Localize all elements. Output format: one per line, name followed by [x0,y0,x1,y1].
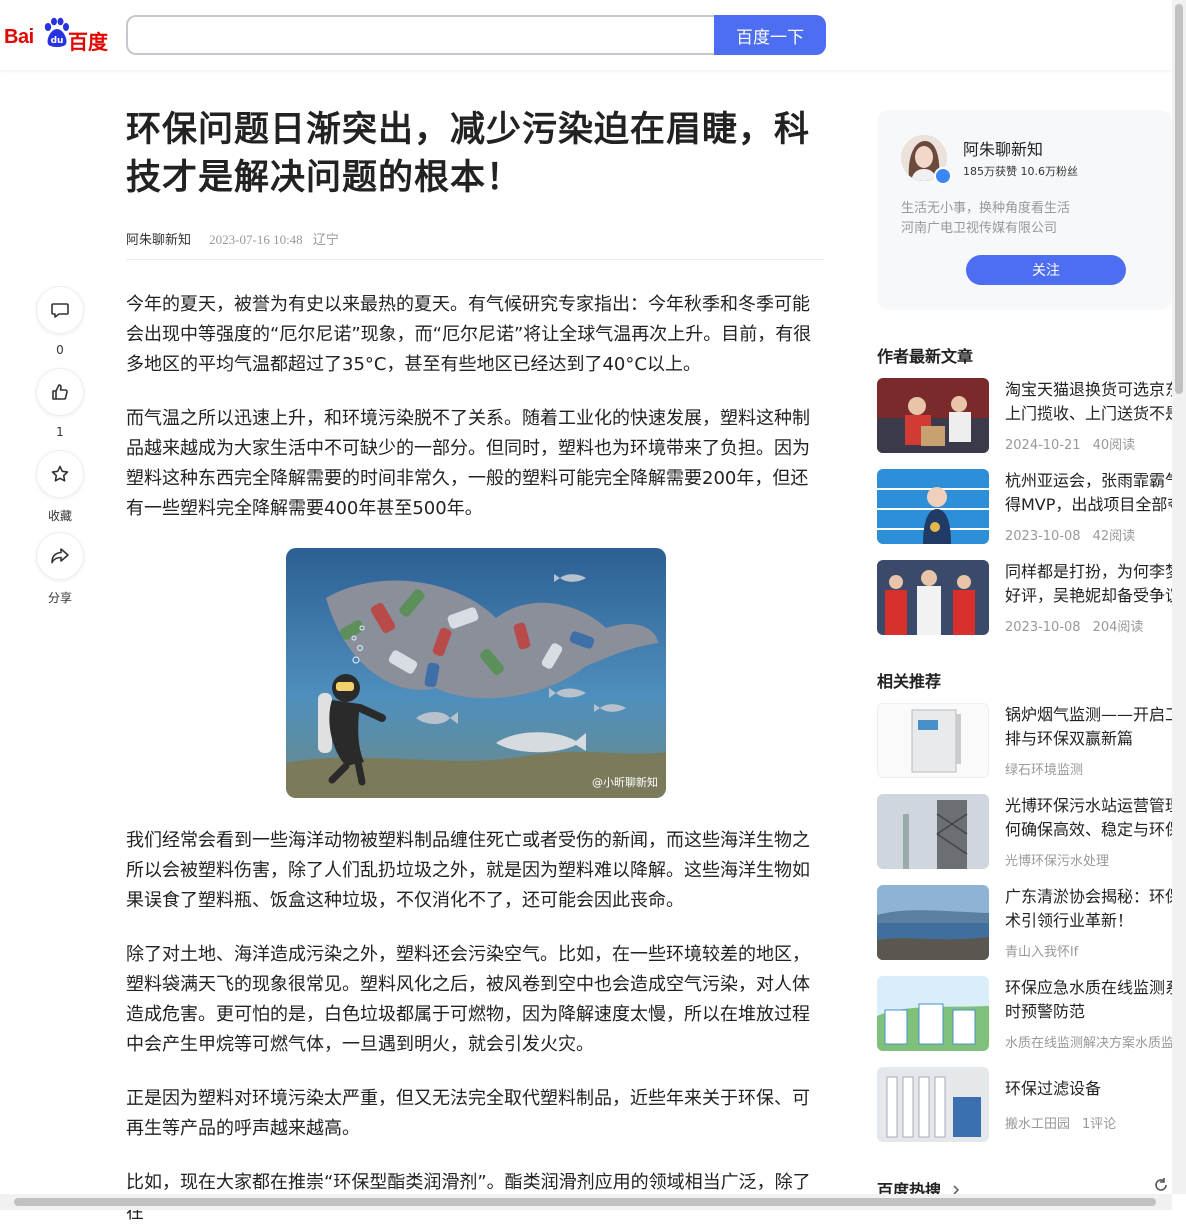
author-desc: 生活无小事，换种角度看生活 河南广电卫视传媒有限公司 [901,199,1070,239]
author-card: 阿朱聊新知 185万获赞 10.6万粉丝 生活无小事，换种角度看生活 河南广电卫… [877,110,1172,310]
related-title-line-1: 光博环保污水站运营管理 [1005,796,1175,815]
paragraph-4: 除了对土地、海洋造成污染之外，塑料还会污染空气。比如，在一些环境较差的地区，塑料… [126,944,810,1055]
verified-icon [934,167,952,185]
comment-icon [51,303,69,318]
comment-count: 0 [56,343,64,357]
latest-reads: 42阅读 [1092,529,1136,544]
latest-date: 2023-10-08 [1005,620,1081,635]
baidu-logo[interactable]: Bai du 百度 [4,17,108,54]
share-label: 分享 [47,591,72,605]
search-button[interactable]: 百度一下 [714,15,826,55]
svg-text:du: du [51,36,64,46]
top-header: Bai du 百度 百度一下 [0,0,1172,70]
related-item[interactable]: 环保过滤设备 搬水工田园 1评论 [877,1067,1186,1143]
related-thumb [877,1067,989,1142]
refresh-icon[interactable] [1152,1176,1170,1194]
follow-button[interactable]: 关注 [966,255,1126,285]
related-item[interactable]: 光博环保污水站运营管理 何确保高效、稳定与环保 光博环保污水处理 [877,794,1186,870]
paw-icon: du [44,17,69,47]
collect-button[interactable] [36,450,84,498]
latest-title-line-2: 得MVP，出战项目全部夺 [1005,495,1175,514]
latest-title-line-1: 杭州亚运会，张雨霏霸气 [1005,471,1175,490]
star-icon [51,465,69,482]
latest-item[interactable]: 同样都是打扮，为何李梦 好评，吴艳妮却备受争议 2023-10-08 204阅读 [877,560,1186,636]
image-watermark: @小昕聊新知 [592,776,658,789]
article-author[interactable]: 阿朱聊新知 [126,233,191,248]
article-title: 环保问题日渐突出，减少污染迫在眉睫，科技才是解决问题的根本！ [126,109,811,198]
article-meta: 阿朱聊新知 2023-07-16 10:48 辽宁 [126,229,339,248]
thumbs-up-icon [52,384,68,400]
related-title-line-1: 锅炉烟气监测——开启工 [1005,705,1175,724]
related-title-line-2: 术引领行业革新！ [1005,911,1134,930]
search-input[interactable] [128,17,714,53]
latest-date: 2023-10-08 [1005,529,1081,544]
latest-date: 2024-10-21 [1005,438,1081,453]
collect-label: 收藏 [47,509,72,523]
latest-title-line-1: 淘宝天猫退换货可选京东 [1005,380,1175,399]
latest-reads: 204阅读 [1092,620,1144,635]
paragraph-5: 正是因为塑料对环境污染太严重，但又无法完全取代塑料制品，近些年来关于环保、可再生… [126,1088,810,1139]
author-desc-line-2: 河南广电卫视传媒有限公司 [901,221,1058,236]
logo-text-latin: Bai [4,26,34,48]
vertical-scrollbar-thumb[interactable] [1175,4,1183,394]
related-title-line-2: 时预警防范 [1005,1002,1086,1021]
share-button[interactable] [36,532,84,580]
comment-action[interactable]: 0 [36,286,84,357]
like-action[interactable]: 1 [36,368,84,439]
related-source: 绿石环境监测 [1005,763,1084,778]
latest-title-line-1: 同样都是打扮，为何李梦 [1005,562,1175,581]
author-name[interactable]: 阿朱聊新知 [963,136,1043,160]
paragraph-2: 而气温之所以迅速上升，和环境污染脱不了关系。随着工业化的快速发展，塑料这种制品越… [126,408,810,519]
search-box[interactable] [126,15,714,55]
article-location: 辽宁 [312,233,339,248]
latest-item[interactable]: 淘宝天猫退换货可选京东 上门揽收、上门送货不是 2024-10-21 40阅读 [877,378,1186,454]
author-stats: 185万获赞 10.6万粉丝 [963,165,1078,178]
article-time: 2023-07-16 10:48 [209,232,303,247]
latest-thumb [877,469,989,544]
related-title-line-2: 何确保高效、稳定与环保 [1005,820,1175,839]
related-title-line-1: 环保过滤设备 [1005,1079,1102,1098]
related-title-line-1: 广东清淤协会揭秘：环保 [1005,887,1175,906]
related-source: 光博环保污水处理 [1005,854,1110,869]
related-comments: 1评论 [1082,1117,1117,1132]
latest-item[interactable]: 杭州亚运会，张雨霏霸气 得MVP，出战项目全部夺 2023-10-08 42阅读 [877,469,1186,545]
latest-title-line-2: 上门揽收、上门送货不是 [1005,404,1175,423]
collect-action[interactable]: 收藏 [36,450,84,524]
title-divider [126,259,824,260]
comment-button[interactable] [36,286,84,334]
ocean-plastic-illustration [286,548,666,798]
related-title-line-2: 排与环保双赢新篇 [1005,729,1134,748]
latest-thumb [877,378,989,453]
related-source: 水质在线监测解决方案水质监 [1005,1036,1175,1051]
related-heading: 相关推荐 [877,672,942,691]
like-button[interactable] [36,368,84,416]
paragraph-1: 今年的夏天，被誉为有史以来最热的夏天。有气候研究专家指出：今年秋季和冬季可能会出… [126,294,812,375]
paragraph-3: 我们经常会看到一些海洋动物被塑料制品缠住死亡或者受伤的新闻，而这些海洋生物之所以… [126,830,810,911]
latest-thumb [877,560,989,635]
related-title-line-1: 环保应急水质在线监测系 [1005,978,1175,997]
related-thumb [877,976,989,1051]
article-image[interactable]: @小昕聊新知 [286,548,666,798]
like-count: 1 [56,425,64,439]
author-desc-line-1: 生活无小事，换种角度看生活 [901,201,1071,216]
related-thumb [877,794,989,869]
share-action[interactable]: 分享 [36,532,84,606]
related-source: 搬水工田园 [1005,1117,1071,1132]
related-thumb [877,703,989,778]
latest-reads: 40阅读 [1092,438,1136,453]
related-item[interactable]: 锅炉烟气监测——开启工 排与环保双赢新篇 绿石环境监测 [877,703,1186,779]
share-icon [51,548,69,564]
latest-title-line-2: 好评，吴艳妮却备受争议 [1005,586,1175,605]
related-source: 青山入我怀lf [1005,945,1079,960]
related-thumb [877,885,989,960]
latest-heading: 作者最新文章 [877,347,974,366]
related-item[interactable]: 广东清淤协会揭秘：环保 术引领行业革新！ 青山入我怀lf [877,885,1186,961]
horizontal-scrollbar-thumb[interactable] [14,1198,1156,1206]
related-item[interactable]: 环保应急水质在线监测系 时预警防范 水质在线监测解决方案水质监 [877,976,1186,1052]
logo-text-cn: 百度 [68,30,108,54]
